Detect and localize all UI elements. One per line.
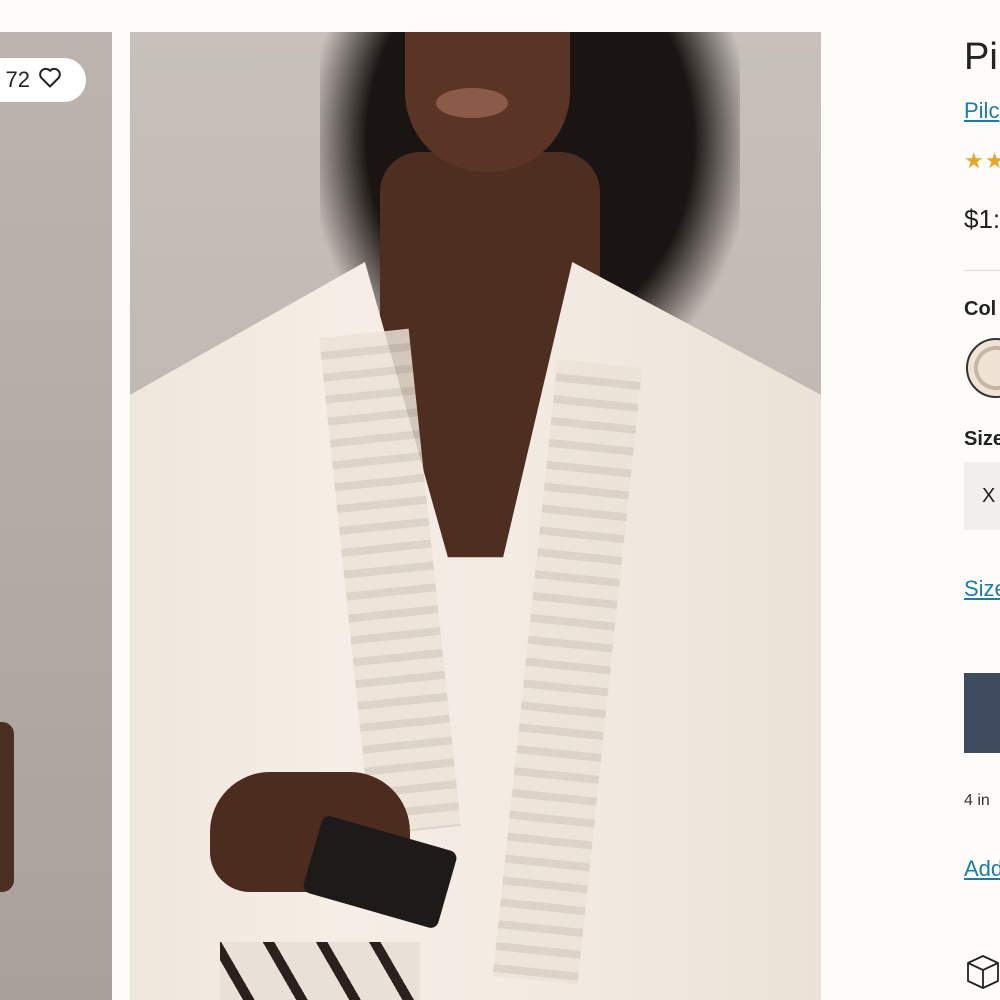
size-guide-link[interactable]: Size [964, 576, 1000, 602]
product-image-thumb-left[interactable] [0, 32, 112, 1000]
color-label: Col [964, 298, 997, 320]
size-label: Size [964, 428, 1000, 450]
box-icon [966, 954, 1000, 990]
color-swatch-selected[interactable] [966, 338, 1000, 398]
size-option-label: X [982, 484, 996, 507]
installments-text: 4 in [964, 792, 990, 809]
image-detail-lips [436, 88, 508, 118]
divider [964, 270, 1000, 271]
image-detail-skirt [220, 942, 420, 1000]
size-option-button[interactable]: X [964, 462, 1000, 530]
heart-icon [38, 66, 62, 94]
like-button[interactable]: 72 [0, 58, 86, 102]
rating-stars[interactable]: ★★ [964, 148, 1000, 174]
product-price: $1: [964, 204, 1000, 234]
product-image-main[interactable] [130, 32, 821, 1000]
image-detail-arm [0, 722, 14, 892]
like-count: 72 [5, 67, 30, 92]
add-to-bag-button[interactable] [964, 673, 1000, 753]
product-details-panel: Pi Pilc ★★ $1: Col Size X Size 4 in Add [964, 0, 1000, 1000]
product-title: Pi [964, 36, 998, 78]
add-to-wishlist-link[interactable]: Add [964, 856, 1000, 882]
brand-link[interactable]: Pilc [964, 98, 999, 124]
